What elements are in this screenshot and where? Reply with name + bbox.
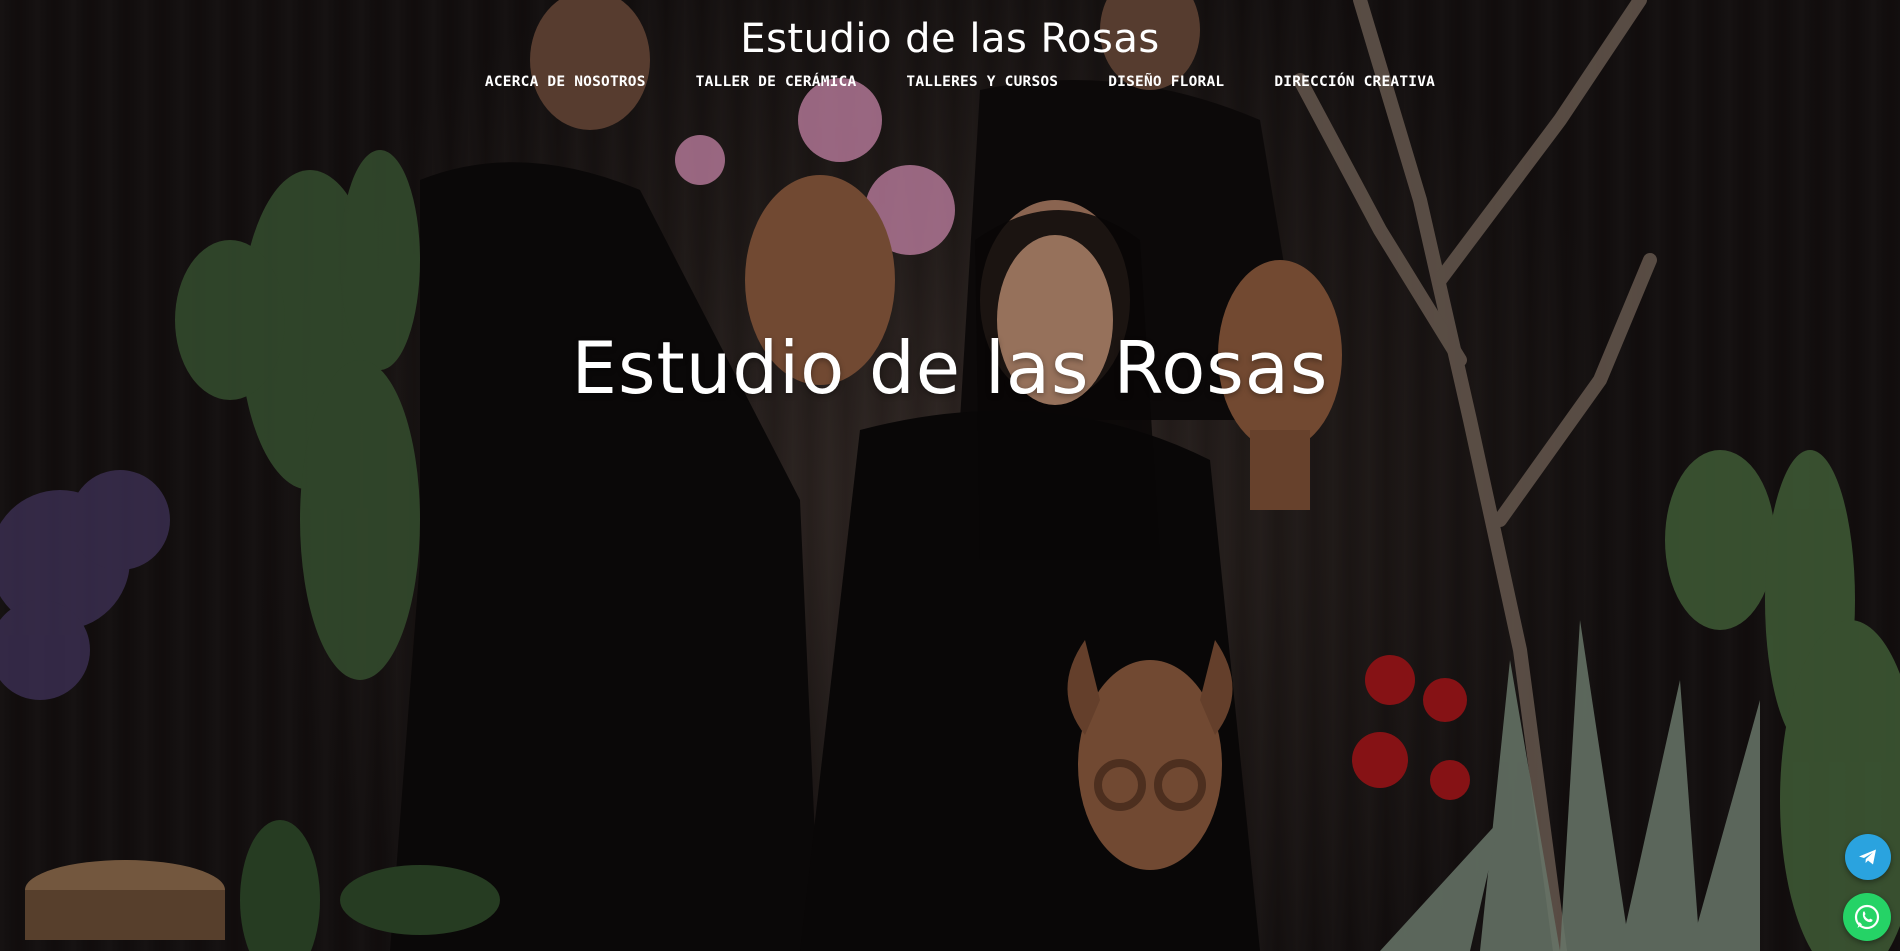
hero-dark-overlay [0,0,1900,951]
site-title[interactable]: Estudio de las Rosas [0,16,1900,62]
nav-item-acerca-de-nosotros[interactable]: ACERCA DE NOSOTROS [485,74,646,90]
whatsapp-button[interactable] [1843,893,1891,941]
whatsapp-icon [1854,904,1880,930]
nav-item-diseno-floral[interactable]: DISEÑO FLORAL [1108,74,1224,90]
hero-title: Estudio de las Rosas [571,326,1329,411]
hero-background-photo [0,0,1900,951]
nav-item-direccion-creativa[interactable]: DIRECCIÓN CREATIVA [1274,74,1435,90]
telegram-button[interactable] [1845,834,1891,880]
telegram-icon [1859,849,1876,865]
nav-item-taller-de-ceramica[interactable]: TALLER DE CERÁMICA [696,74,857,90]
nav-item-talleres-y-cursos[interactable]: TALLERES Y CURSOS [906,74,1058,90]
main-navigation: ACERCA DE NOSOTROS TALLER DE CERÁMICA TA… [0,74,1900,90]
